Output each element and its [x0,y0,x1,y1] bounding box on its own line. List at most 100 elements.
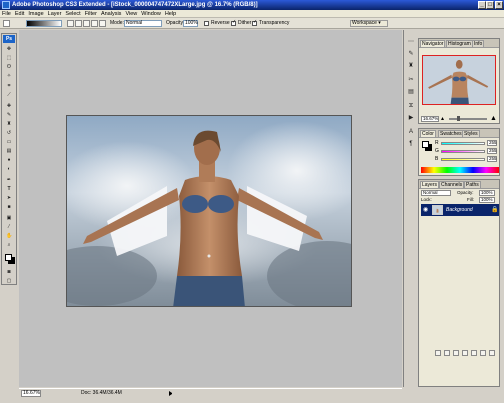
tab-color[interactable]: Color [420,130,436,137]
adjustment-layer-icon[interactable] [462,350,468,356]
title-bar: Adobe Photoshop CS3 Extended - [iStock_0… [0,0,504,10]
color-ramp[interactable] [421,167,499,173]
gradient-icon[interactable]: ▤ [6,148,12,154]
new-layer-icon[interactable] [480,350,486,356]
status-bar: 16.67% Doc: 36.4M/36.4M [19,388,402,397]
link-layers-icon[interactable] [435,350,441,356]
tab-styles[interactable]: Styles [462,130,480,137]
opacity-input[interactable]: 100% [183,20,198,27]
tab-layers[interactable]: Layers [420,181,440,188]
foreground-color-swatch[interactable] [5,254,12,261]
layer-comps-icon[interactable]: ▤ [407,88,415,96]
fill-input[interactable]: 100% [479,197,495,203]
move-icon[interactable]: ✥ [6,46,12,52]
crop-icon[interactable]: ⌗ [6,83,12,89]
quick-mask-icon[interactable]: ◙ [6,269,12,275]
mode-select[interactable]: Normal [124,20,162,27]
reverse-checkbox[interactable] [204,21,209,26]
navigator-zoom-handle[interactable] [457,116,460,121]
tab-navigator[interactable]: Navigator [420,40,446,47]
type-icon[interactable]: T [6,186,12,192]
clone-source-panel-icon[interactable]: ♜ [407,62,415,70]
menu-layer[interactable]: Layer [46,10,64,18]
layer-mask-icon[interactable] [453,350,459,356]
blur-icon[interactable]: ● [6,157,12,163]
menu-file[interactable]: File [0,10,13,18]
layer-style-icon[interactable] [444,350,450,356]
blue-value[interactable]: 255 [487,156,497,162]
history-panel-icon[interactable]: ⧖ [407,102,415,110]
visibility-eye-icon[interactable]: ◉ [423,207,428,213]
status-menu-arrow-icon[interactable] [169,391,174,396]
tab-swatches[interactable]: Swatches [438,130,464,137]
radial-gradient-button[interactable] [75,20,82,27]
tab-info[interactable]: Info [472,40,485,47]
path-selection-icon[interactable]: ➤ [6,195,12,201]
minimize-icon[interactable]: _ [478,1,486,9]
new-group-icon[interactable] [471,350,477,356]
screen-mode-icon[interactable]: ▢ [6,278,12,284]
magic-wand-icon[interactable]: ✧ [6,73,12,79]
character-panel-icon[interactable]: A [407,128,415,136]
pen-icon[interactable]: ✒ [6,177,12,183]
delete-layer-icon[interactable] [489,350,495,356]
navigator-thumbnail[interactable] [422,55,496,105]
zoom-in-icon[interactable]: ▲ [490,115,497,122]
shape-icon[interactable]: ■ [6,204,12,210]
navigator-zoom-slider[interactable] [449,118,487,120]
gradient-picker[interactable] [26,20,62,27]
menu-window[interactable]: Window [139,10,163,18]
red-value[interactable]: 255 [487,140,497,146]
tab-channels[interactable]: Channels [439,181,465,188]
menu-select[interactable]: Select [63,10,82,18]
blend-mode-select[interactable]: Normal [421,190,451,196]
menu-analysis[interactable]: Analysis [99,10,123,18]
tab-histogram[interactable]: Histogram [446,40,473,47]
dodge-icon[interactable]: ◐ [6,166,12,172]
red-slider[interactable] [441,142,485,145]
angle-gradient-button[interactable] [83,20,90,27]
lasso-icon[interactable]: ʘ [6,64,12,70]
dither-checkbox[interactable] [231,19,236,26]
layer-row-background[interactable]: ◉ Background 🔒 [421,204,499,216]
clone-stamp-icon[interactable]: ♜ [6,121,12,127]
transparency-checkbox[interactable] [252,19,257,26]
tool-presets-icon[interactable]: ✂ [407,76,415,84]
green-slider[interactable] [441,150,485,153]
menu-image[interactable]: Image [26,10,45,18]
menu-filter[interactable]: Filter [83,10,99,18]
diamond-gradient-button[interactable] [99,20,106,27]
history-brush-icon[interactable]: ↺ [6,130,12,136]
blue-slider[interactable] [441,158,485,161]
linear-gradient-button[interactable] [67,20,74,27]
zoom-icon[interactable]: ⌕ [6,242,12,248]
healing-brush-icon[interactable]: ✚ [6,103,12,109]
document-canvas[interactable] [66,115,352,307]
tool-preset-picker[interactable] [3,20,10,27]
slice-icon[interactable]: ⟋ [6,92,12,98]
status-zoom-input[interactable]: 16.67% [21,390,41,397]
marquee-icon[interactable]: ⬚ [6,55,12,61]
workspace-button[interactable]: Workspace ▾ [350,20,388,27]
eraser-icon[interactable]: ▭ [6,139,12,145]
paragraph-panel-icon[interactable]: ¶ [407,140,415,148]
menu-edit[interactable]: Edit [13,10,26,18]
hand-icon[interactable]: ✋ [6,233,12,239]
zoom-out-icon[interactable]: ▴ [441,116,444,122]
brushes-panel-icon[interactable]: ✎ [407,50,415,58]
navigator-zoom-input[interactable]: 16.67% [421,116,439,122]
tab-paths[interactable]: Paths [464,181,481,188]
notes-icon[interactable]: ▣ [6,215,12,221]
actions-panel-icon[interactable]: ▶ [407,114,415,122]
brush-icon[interactable]: ✎ [6,112,12,118]
green-value[interactable]: 255 [487,148,497,154]
layer-opacity-input[interactable]: 100% [479,190,495,196]
maximize-icon[interactable]: □ [486,1,494,9]
menu-help[interactable]: Help [163,10,178,18]
menu-view[interactable]: View [123,10,139,18]
color-foreground-swatch[interactable] [422,141,429,148]
eyedropper-icon[interactable]: ⁄ [6,224,12,230]
close-icon[interactable]: × [495,1,503,9]
reflected-gradient-button[interactable] [91,20,98,27]
photoshop-app-icon [2,1,10,9]
